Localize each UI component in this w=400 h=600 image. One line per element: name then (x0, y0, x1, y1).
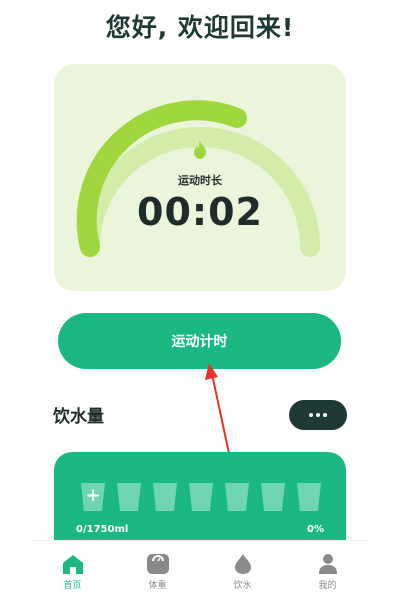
timer-label: 运动时长 (178, 174, 222, 187)
water-cup[interactable] (260, 482, 286, 512)
tab-weight[interactable]: 体重 (115, 541, 200, 600)
home-icon (62, 555, 83, 574)
exercise-timer-card: 运动时长 00:02 (54, 64, 346, 291)
tab-water[interactable]: 饮水 (200, 541, 285, 600)
cup-icon (117, 483, 141, 511)
cup-icon (297, 483, 321, 511)
water-cup[interactable] (224, 482, 250, 512)
user-icon (318, 554, 337, 574)
water-more-button[interactable] (289, 400, 347, 430)
water-drop-icon (234, 554, 251, 574)
water-cup[interactable] (296, 482, 322, 512)
cup-icon (189, 483, 213, 511)
water-percent: 0% (307, 524, 324, 535)
water-intake-title: 饮水量 (53, 407, 104, 427)
scale-icon (146, 554, 169, 574)
fire-icon (194, 141, 206, 159)
annotation-arrow-icon (205, 363, 231, 459)
cup-icon (153, 483, 177, 511)
water-cups-row: + (80, 482, 322, 512)
water-cup[interactable] (188, 482, 214, 512)
timer-value: 00:02 (137, 190, 263, 234)
start-exercise-timer-button[interactable]: 运动计时 (58, 313, 341, 369)
add-cup-button[interactable]: + (80, 482, 106, 512)
water-amount: 0/1750ml (76, 524, 129, 535)
tab-label: 饮水 (233, 581, 252, 591)
water-cup[interactable] (152, 482, 178, 512)
bottom-tab-bar: 首页 体重 饮水 我的 (30, 540, 370, 600)
tab-home[interactable]: 首页 (30, 541, 115, 600)
tab-label: 首页 (63, 581, 82, 591)
tab-label: 我的 (318, 581, 337, 591)
cup-icon (261, 483, 285, 511)
more-dots-icon (309, 413, 313, 417)
cup-icon (225, 483, 249, 511)
tab-label: 体重 (148, 581, 167, 591)
page-title: 您好, 欢迎回来! (105, 13, 295, 42)
tab-profile[interactable]: 我的 (285, 541, 370, 600)
plus-icon: + (85, 485, 101, 506)
water-cup[interactable] (116, 482, 142, 512)
